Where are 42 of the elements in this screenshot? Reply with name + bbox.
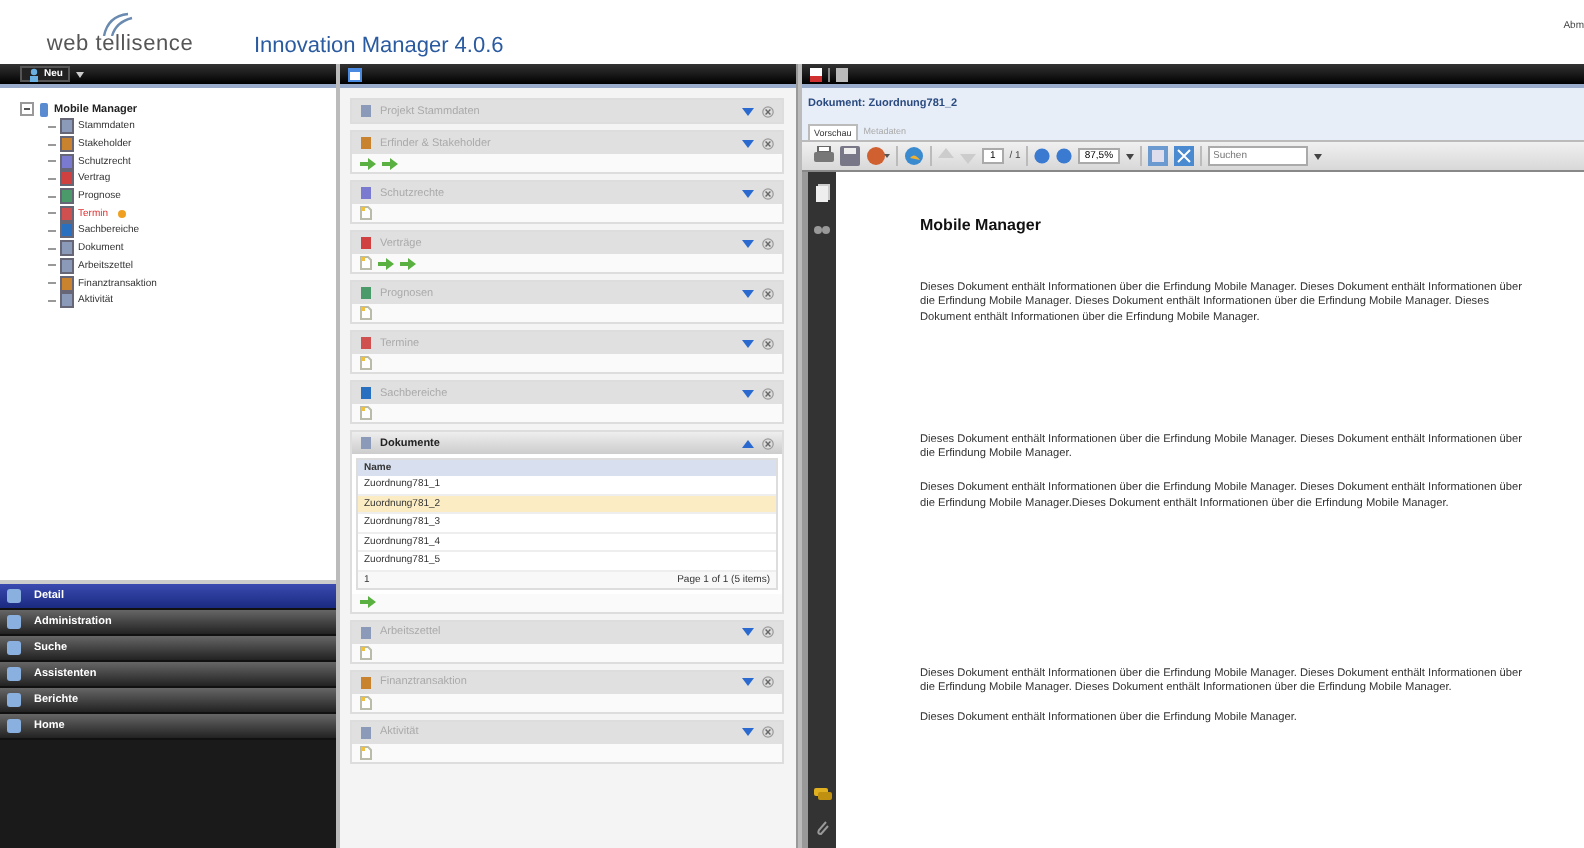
close-icon[interactable] [762, 387, 774, 399]
dropdown-caret-icon[interactable] [76, 71, 85, 77]
close-icon[interactable] [762, 237, 774, 249]
binoculars-icon[interactable] [814, 222, 830, 234]
close-icon[interactable] [762, 287, 774, 299]
app-title: Innovation Manager 4.0.6 [254, 34, 504, 62]
expand-arrow-icon[interactable] [742, 728, 754, 736]
expand-arrow-icon[interactable] [742, 389, 754, 397]
expand-arrow-icon[interactable] [742, 339, 754, 347]
pdf-icon[interactable] [810, 67, 822, 81]
expand-arrow-icon[interactable] [742, 139, 754, 147]
expand-arrow-icon[interactable] [742, 289, 754, 297]
arrow-icon[interactable] [360, 596, 376, 608]
close-icon[interactable] [762, 437, 774, 449]
document-heading: Mobile Manager [920, 216, 1043, 234]
close-icon[interactable] [762, 626, 774, 638]
expand-arrow-icon[interactable] [742, 678, 754, 686]
fit-page-icon[interactable] [1147, 146, 1168, 166]
close-icon[interactable] [762, 337, 774, 349]
close-icon[interactable] [762, 187, 774, 199]
save-icon[interactable] [840, 146, 860, 166]
dropdown-caret-icon[interactable] [1125, 153, 1134, 159]
print-icon[interactable] [814, 146, 834, 166]
comments-icon[interactable] [813, 788, 831, 800]
fit-width-icon[interactable] [1173, 146, 1194, 166]
close-icon[interactable] [762, 726, 774, 738]
dropdown-caret-icon[interactable] [1313, 153, 1322, 159]
close-icon[interactable] [762, 137, 774, 149]
collapse-toggle-icon[interactable] [20, 102, 34, 116]
collapse-arrow-icon[interactable] [742, 439, 754, 447]
expand-arrow-icon[interactable] [742, 239, 754, 247]
paperclip-icon[interactable] [815, 820, 829, 836]
globe-icon[interactable] [904, 146, 924, 166]
expand-arrow-icon[interactable] [742, 107, 754, 115]
close-icon[interactable] [762, 676, 774, 688]
pages-icon[interactable] [815, 184, 829, 202]
window-icon[interactable] [348, 67, 362, 81]
expand-arrow-icon[interactable] [742, 628, 754, 636]
expand-arrow-icon[interactable] [742, 189, 754, 197]
close-icon[interactable] [762, 105, 774, 117]
logo-text: web tellisence [46, 32, 194, 56]
alert-dot [118, 209, 127, 218]
